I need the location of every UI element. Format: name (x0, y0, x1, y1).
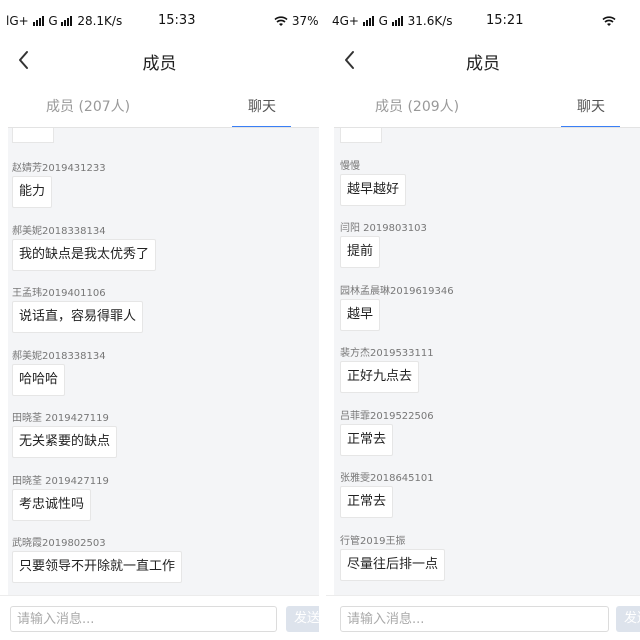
message-bubble[interactable]: 越早 (340, 299, 381, 331)
message-bubble[interactable]: 尽量往后排一点 (340, 549, 446, 581)
network-type-2: G (378, 14, 388, 28)
tab-chat[interactable]: 聊天 (248, 96, 276, 116)
status-right: 37% (274, 14, 319, 28)
message-sender: 园林孟晨琳2019619346 (340, 286, 454, 297)
send-button[interactable]: 发送 (286, 606, 319, 632)
message-bubble[interactable]: 只要领导不开除就一直工作 (12, 551, 183, 583)
message-bubble[interactable]: 提前 (340, 236, 381, 268)
signal-icon (32, 15, 45, 29)
message-input[interactable]: 请输入消息... (10, 606, 277, 632)
left-screen: lG+ G 28.1K/s 15:33 37% 成员 成员 (207人) 聊天 … (0, 0, 319, 640)
message-sender: 田晓荃 2019427119 (12, 476, 109, 487)
message-bubble[interactable]: 能力 (12, 176, 53, 208)
title-bar: 成员 (0, 40, 319, 82)
chat-area[interactable]: 赵婧芳2019431233 能力 郝美妮2018338134 我的缺点是我太优秀… (8, 128, 319, 596)
message-bubble[interactable]: 考忠诚性吗 (12, 489, 92, 521)
signal-icon (391, 15, 404, 29)
signal-icon (61, 15, 73, 29)
message-sender: 郝美妮2018338134 (12, 351, 106, 362)
network-status: lG+ G 28.1K/s (6, 14, 122, 29)
send-button[interactable]: 发送 (616, 606, 640, 632)
status-bar: 4G+ G 31.6K/s 15:21 (326, 0, 640, 40)
network-type: lG+ (6, 14, 29, 28)
partial-message-bubble (12, 128, 54, 143)
message-input[interactable]: 请输入消息... (340, 606, 609, 632)
chat-area[interactable]: 慢慢 越早越好 闫阳 2019803103 提前 园林孟晨琳2019619346… (334, 128, 640, 596)
tab-bar: 成员 (209人) 聊天 (326, 88, 640, 128)
message-bubble[interactable]: 哈哈哈 (12, 364, 66, 396)
network-speed: 28.1K/s (77, 14, 123, 28)
message-sender: 吕菲霏2019522506 (340, 411, 434, 422)
clock: 15:33 (158, 13, 196, 28)
tab-members[interactable]: 成员 (209人) (375, 96, 459, 116)
input-bar: 请输入消息... 发送 (326, 595, 640, 640)
message-sender: 闫阳 2019803103 (340, 223, 427, 234)
network-type: 4G+ (332, 14, 359, 28)
page-title: 成员 (142, 54, 177, 74)
page-title: 成员 (466, 54, 500, 74)
message-sender: 张雅雯2018645101 (340, 473, 434, 484)
wifi-icon (602, 16, 616, 26)
message-sender: 行管2019王振 (340, 536, 406, 547)
message-sender: 武晓霞2019802503 (12, 538, 106, 549)
clock: 15:21 (486, 13, 524, 28)
network-speed: 31.6K/s (407, 14, 453, 28)
tab-members[interactable]: 成员 (207人) (46, 96, 130, 116)
wifi-icon (274, 16, 288, 26)
network-status: 4G+ G 31.6K/s (332, 14, 453, 29)
message-bubble[interactable]: 正好九点去 (340, 361, 420, 393)
message-bubble[interactable]: 正常去 (340, 486, 394, 518)
network-type-2: G (48, 14, 58, 28)
tab-bar: 成员 (207人) 聊天 (0, 88, 319, 128)
message-sender: 赵婧芳2019431233 (12, 163, 106, 174)
message-bubble[interactable]: 正常去 (340, 424, 394, 456)
partial-message-bubble (340, 128, 382, 143)
message-sender: 田晓荃 2019427119 (12, 413, 109, 424)
message-sender: 裴方杰2019533111 (340, 348, 434, 359)
tab-chat[interactable]: 聊天 (577, 96, 605, 116)
message-bubble[interactable]: 我的缺点是我太优秀了 (12, 239, 157, 271)
signal-icon (362, 15, 375, 29)
message-bubble[interactable]: 无关紧要的缺点 (12, 426, 118, 458)
status-right (602, 14, 616, 28)
message-sender: 王孟玮2019401106 (12, 288, 106, 299)
message-bubble[interactable]: 说话直，容易得罪人 (12, 301, 144, 333)
input-bar: 请输入消息... 发送 (0, 595, 319, 640)
message-sender: 慢慢 (340, 161, 360, 172)
title-bar: 成员 (326, 40, 640, 82)
status-bar: lG+ G 28.1K/s 15:33 37% (0, 0, 319, 40)
message-sender: 郝美妮2018338134 (12, 226, 106, 237)
battery-level: 37% (291, 14, 319, 28)
right-screen: 4G+ G 31.6K/s 15:21 成员 成员 (209人) 聊天 慢慢 越… (326, 0, 640, 640)
message-bubble[interactable]: 越早越好 (340, 174, 407, 206)
